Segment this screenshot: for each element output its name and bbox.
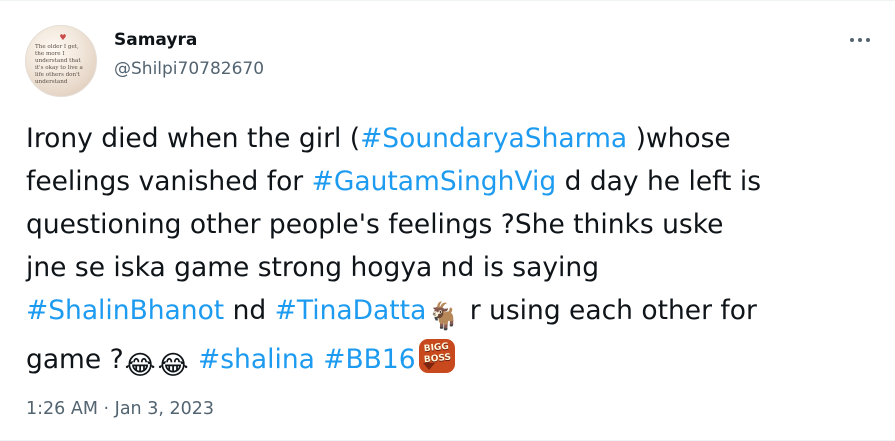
tweet-text-segment: game ?	[26, 344, 124, 375]
dot	[850, 38, 854, 42]
dot	[858, 38, 862, 42]
tweet-text-segment: d day he left is	[556, 166, 762, 197]
timestamp-separator: ·	[103, 399, 110, 419]
laughing-emoji-icon: 😂	[124, 350, 156, 381]
tweet-date: Jan 3, 2023	[114, 399, 215, 419]
avatar[interactable]: ♥ The older I get, the more I understand…	[25, 25, 97, 97]
author-display-name[interactable]: Samayra	[114, 29, 264, 51]
tweet-text-segment: Irony died when the girl (	[26, 123, 361, 154]
hashtag-link[interactable]: #TinaDatta	[275, 295, 427, 326]
more-options-icon[interactable]	[846, 29, 874, 51]
tweet-line-6: game ?😂😂 #shalina #BB16 BIGG BOSS	[26, 338, 876, 387]
tweet-text-segment: feelings vanished for	[26, 166, 312, 197]
dot	[866, 38, 870, 42]
tweet-time-link[interactable]: 1:26 AM · Jan 3, 2023	[26, 399, 214, 419]
hashtag-link[interactable]: #BB16	[323, 344, 415, 375]
tweet-text-segment: )whose	[627, 123, 731, 154]
bigg-boss-hashflag-text: BIGG BOSS	[423, 341, 452, 366]
tweet-line-3: questioning other people's feelings ?She…	[26, 203, 876, 246]
tweet-line-1: Irony died when the girl (#SoundaryaShar…	[26, 117, 876, 160]
author-info: Samayra @Shilpi70782670	[114, 29, 264, 80]
hashtag-link[interactable]: #ShalinBhanot	[26, 295, 224, 326]
avatar-quote-text: The older I get, the more I understand t…	[35, 44, 83, 85]
tweet-line-5: #ShalinBhanot nd #TinaDatta🐐 r using eac…	[26, 289, 876, 338]
hashtag-link[interactable]: #GautamSinghVig	[312, 166, 557, 197]
tweet-text-segment: r using each other for	[461, 295, 757, 326]
tweet-line-2: feelings vanished for #GautamSinghVig d …	[26, 160, 876, 203]
author-handle[interactable]: @Shilpi70782670	[114, 58, 264, 80]
tweet-card: ♥ The older I get, the more I understand…	[0, 0, 895, 441]
tweet-time: 1:26 AM	[26, 399, 98, 419]
heart-icon: ♥	[59, 33, 67, 42]
tweet-text-segment: questioning other people's feelings ?She…	[26, 209, 724, 240]
hashtag-link[interactable]: #shalina	[198, 344, 315, 375]
tweet-timestamp[interactable]: 1:26 AM · Jan 3, 2023	[26, 397, 214, 421]
tweet-text: Irony died when the girl (#SoundaryaShar…	[26, 117, 876, 387]
tweet-line-4: jne se iska game strong hogya nd is sayi…	[26, 246, 876, 289]
tweet-text-segment: nd	[224, 295, 275, 326]
bigg-boss-hashflag-icon: BIGG BOSS	[418, 339, 455, 373]
goat-emoji-icon: 🐐	[427, 301, 461, 332]
hashtag-link[interactable]: #SoundaryaSharma	[360, 123, 627, 154]
laughing-emoji-icon: 😂	[157, 350, 189, 381]
tweet-text-segment: jne se iska game strong hogya nd is sayi…	[26, 252, 600, 283]
